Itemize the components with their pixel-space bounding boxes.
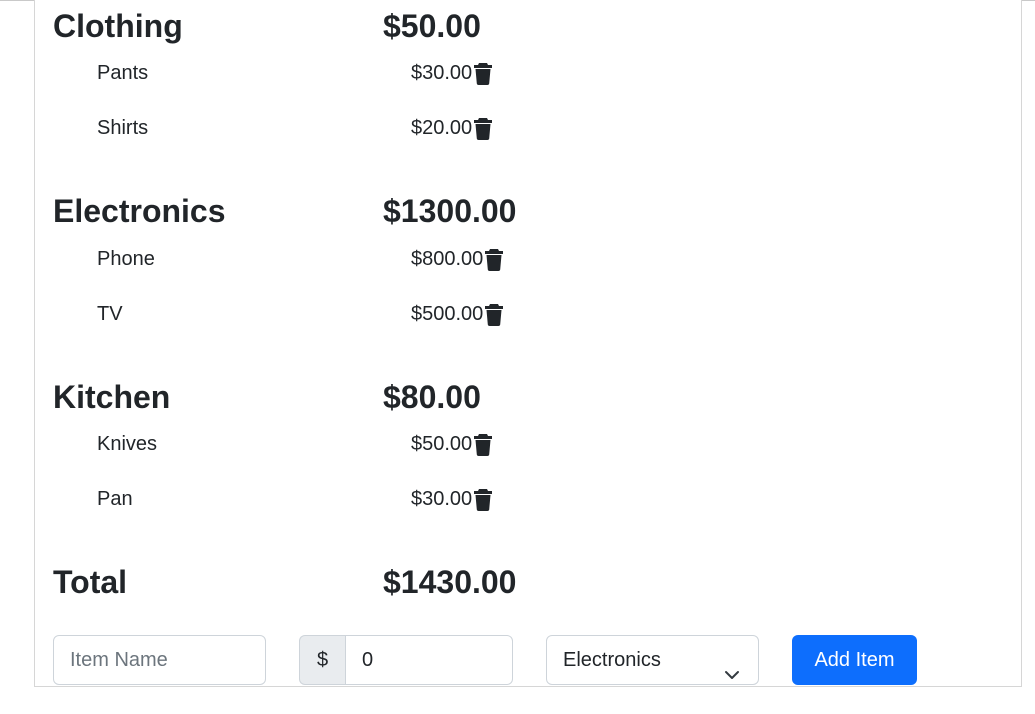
list-item: Pants $30.00 xyxy=(97,58,557,88)
add-item-button[interactable]: Add Item xyxy=(792,635,917,685)
category-header-electronics: Electronics $1300.00 xyxy=(53,191,553,231)
trash-icon[interactable] xyxy=(484,302,504,326)
currency-prefix: $ xyxy=(299,635,345,685)
trash-icon[interactable] xyxy=(484,247,504,271)
item-name: Pants xyxy=(97,62,149,84)
item-price-group: $800.00 xyxy=(411,244,504,274)
list-item: Knives $50.00 xyxy=(97,429,557,459)
trash-icon[interactable] xyxy=(473,487,493,511)
item-price: $50.00 xyxy=(411,433,473,455)
amount-input-group: $ 0 xyxy=(299,635,513,685)
list-item: Shirts $20.00 xyxy=(97,113,557,143)
item-name: TV xyxy=(97,303,123,325)
category-name: Clothing xyxy=(53,8,183,44)
amount-input[interactable]: 0 xyxy=(345,635,513,685)
item-price: $800.00 xyxy=(411,248,484,270)
budget-card: Clothing $50.00 Pants $30.00 Shirts $20.… xyxy=(34,0,1022,687)
trash-icon[interactable] xyxy=(473,432,493,456)
trash-icon[interactable] xyxy=(473,116,493,140)
item-price-group: $50.00 xyxy=(411,429,493,459)
grand-total-value: $1430.00 xyxy=(383,564,517,600)
category-name: Electronics xyxy=(53,193,226,229)
trash-icon[interactable] xyxy=(473,61,493,85)
item-name: Shirts xyxy=(97,117,149,139)
item-name: Phone xyxy=(97,248,155,270)
category-header-kitchen: Kitchen $80.00 xyxy=(53,377,553,417)
list-item: TV $500.00 xyxy=(97,299,557,329)
category-select-value: Electronics xyxy=(563,649,661,671)
item-name: Knives xyxy=(97,433,158,455)
item-price-group: $20.00 xyxy=(411,113,493,143)
list-item: Pan $30.00 xyxy=(97,484,557,514)
item-name: Pan xyxy=(97,488,133,510)
item-price-group: $30.00 xyxy=(411,484,493,514)
category-name: Kitchen xyxy=(53,379,171,415)
add-item-form: $ 0 Electronics Add Item xyxy=(53,635,953,685)
list-item: Phone $800.00 xyxy=(97,244,557,274)
chevron-down-icon xyxy=(724,653,740,679)
item-price-group: $500.00 xyxy=(411,299,504,329)
grand-total-label: Total xyxy=(53,564,128,600)
item-name-input[interactable] xyxy=(53,635,266,685)
category-select[interactable]: Electronics xyxy=(546,635,759,685)
category-total: $50.00 xyxy=(383,8,481,44)
category-total: $1300.00 xyxy=(383,193,517,229)
grand-total-row: Total $1430.00 xyxy=(53,562,553,602)
category-header-clothing: Clothing $50.00 xyxy=(53,6,553,46)
item-price: $500.00 xyxy=(411,303,484,325)
item-price: $30.00 xyxy=(411,488,473,510)
item-price: $20.00 xyxy=(411,117,473,139)
category-total: $80.00 xyxy=(383,379,481,415)
item-price: $30.00 xyxy=(411,62,473,84)
item-price-group: $30.00 xyxy=(411,58,493,88)
